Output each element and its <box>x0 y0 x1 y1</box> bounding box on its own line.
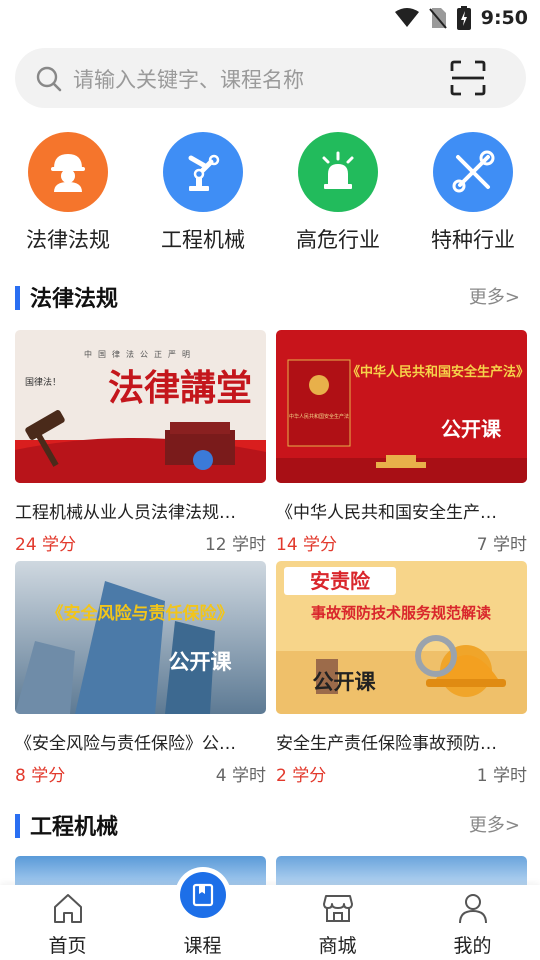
category-label: 工程机械 <box>161 228 245 252</box>
battery-icon <box>456 6 471 30</box>
course-thumbnail-partial[interactable] <box>276 856 527 886</box>
course-hours: 1 学时 <box>476 766 527 786</box>
section-accent-bar <box>15 814 20 838</box>
course-hours: 4 学时 <box>215 766 266 786</box>
category-law[interactable]: 法律法规 <box>8 128 128 254</box>
thumbnail-badge-text: 公开课 <box>441 417 502 441</box>
category-label: 特种行业 <box>431 228 515 252</box>
thumbnail-title-text: 法律講堂 <box>108 367 252 409</box>
course-credit: 14 学分 <box>276 535 338 555</box>
category-machinery[interactable]: 工程机械 <box>143 128 263 254</box>
scan-icon[interactable] <box>450 60 486 96</box>
tab-home[interactable]: 首页 <box>0 885 135 960</box>
search-placeholder: 请输入关键字、课程名称 <box>73 68 304 92</box>
category-high-risk-circle <box>298 132 378 212</box>
section-accent-bar <box>15 286 20 310</box>
course-title: 安全生产责任保险事故预防… <box>276 734 497 754</box>
course-card[interactable]: 中华人民共和国安全生产法 《中华人民共和国安全生产法》 公开课 《中华人民共和国… <box>276 330 527 555</box>
category-special[interactable]: 特种行业 <box>413 128 533 254</box>
section-machinery-header: 工程机械 更多> <box>0 808 540 848</box>
course-thumbnail[interactable]: 安责险 事故预防技术服务规范解读 公开课 <box>276 561 527 714</box>
course-title: 《安全风险与责任保险》公… <box>15 734 236 754</box>
book-icon <box>192 883 213 907</box>
more-link[interactable]: 更多> <box>469 283 520 309</box>
worker-helmet-icon <box>51 154 85 192</box>
section-law-header: 法律法规 更多> <box>0 280 540 320</box>
search-input[interactable]: 请输入关键字、课程名称 <box>15 48 526 108</box>
thumbnail-title-text: 事故预防技术服务规范解读 <box>311 604 491 622</box>
tab-label: 商城 <box>318 935 357 957</box>
category-high-risk[interactable]: 高危行业 <box>278 128 398 254</box>
tab-store[interactable]: 商城 <box>270 885 405 960</box>
status-bar: 9:50 <box>0 0 540 36</box>
thumbnail-top-text: 中国律法公正严明 <box>84 349 196 359</box>
category-label: 法律法规 <box>26 228 110 252</box>
status-time: 9:50 <box>480 7 528 29</box>
search-icon <box>36 66 62 92</box>
course-thumbnail-partial[interactable] <box>15 856 266 886</box>
tab-label: 首页 <box>48 935 87 957</box>
course-hours: 7 学时 <box>476 535 527 555</box>
course-card[interactable]: 《安全风险与责任保险》 公开课 《安全风险与责任保险》公… 8 学分 4 学时 <box>15 561 266 786</box>
tab-label: 我的 <box>453 935 492 957</box>
tab-label: 课程 <box>183 935 222 957</box>
tab-active-indicator <box>174 867 231 923</box>
tab-courses[interactable]: 课程 <box>135 867 270 960</box>
course-hours: 12 学时 <box>204 535 266 555</box>
category-machinery-circle <box>163 132 243 212</box>
robot-arm-icon <box>188 154 220 191</box>
wifi-icon <box>394 8 419 27</box>
category-label: 高危行业 <box>296 228 380 252</box>
bottom-tabbar: 首页 课程 商城 我的 <box>0 867 540 960</box>
no-sim-icon <box>428 8 447 29</box>
course-credit: 8 学分 <box>15 766 66 786</box>
thumbnail-title-text: 《中华人民共和国安全生产法》 <box>347 364 527 380</box>
course-thumbnail[interactable]: 中国律法公正严明 法律講堂 国律法！ <box>15 330 266 483</box>
status-icons: 9:50 <box>394 6 528 30</box>
thumbnail-badge-text: 公开课 <box>169 650 233 674</box>
course-title: 工程机械从业人员法律法规… <box>15 503 236 523</box>
user-icon <box>458 894 487 924</box>
thumbnail-badge-text: 公开课 <box>313 670 377 694</box>
category-grid: 法律法规 工程机械 高危行业 特种行业 <box>0 128 540 258</box>
course-title: 《中华人民共和国安全生产… <box>276 503 497 523</box>
course-card[interactable]: 中国律法公正严明 法律講堂 国律法！ 工程机械从业人员法律法规… 24 学分 1… <box>15 330 266 555</box>
category-law-circle <box>28 132 108 212</box>
course-credit: 2 学分 <box>276 766 327 786</box>
store-icon <box>322 895 353 922</box>
category-special-circle <box>433 132 513 212</box>
course-card[interactable]: 安责险 事故预防技术服务规范解读 公开课 安全生产责任保险事故预防… 2 学分 … <box>276 561 527 786</box>
section-title: 法律法规 <box>30 287 119 312</box>
tools-icon <box>452 150 495 193</box>
more-link[interactable]: 更多> <box>469 811 520 837</box>
thumbnail-title-text: 《安全风险与责任保险》 <box>47 603 234 624</box>
course-credit: 24 学分 <box>15 535 77 555</box>
thumbnail-top-text: 安责险 <box>310 569 371 593</box>
course-thumbnail[interactable]: 中华人民共和国安全生产法 《中华人民共和国安全生产法》 公开课 <box>276 330 527 483</box>
thumbnail-book-text: 中华人民共和国安全生产法 <box>289 413 349 420</box>
course-thumbnail[interactable]: 《安全风险与责任保险》 公开课 <box>15 561 266 714</box>
thumbnail-badge-text: 国律法！ <box>25 376 61 388</box>
home-icon <box>53 894 82 923</box>
tab-profile[interactable]: 我的 <box>405 885 540 960</box>
section-title: 工程机械 <box>30 815 119 840</box>
warning-light-icon <box>322 151 354 189</box>
